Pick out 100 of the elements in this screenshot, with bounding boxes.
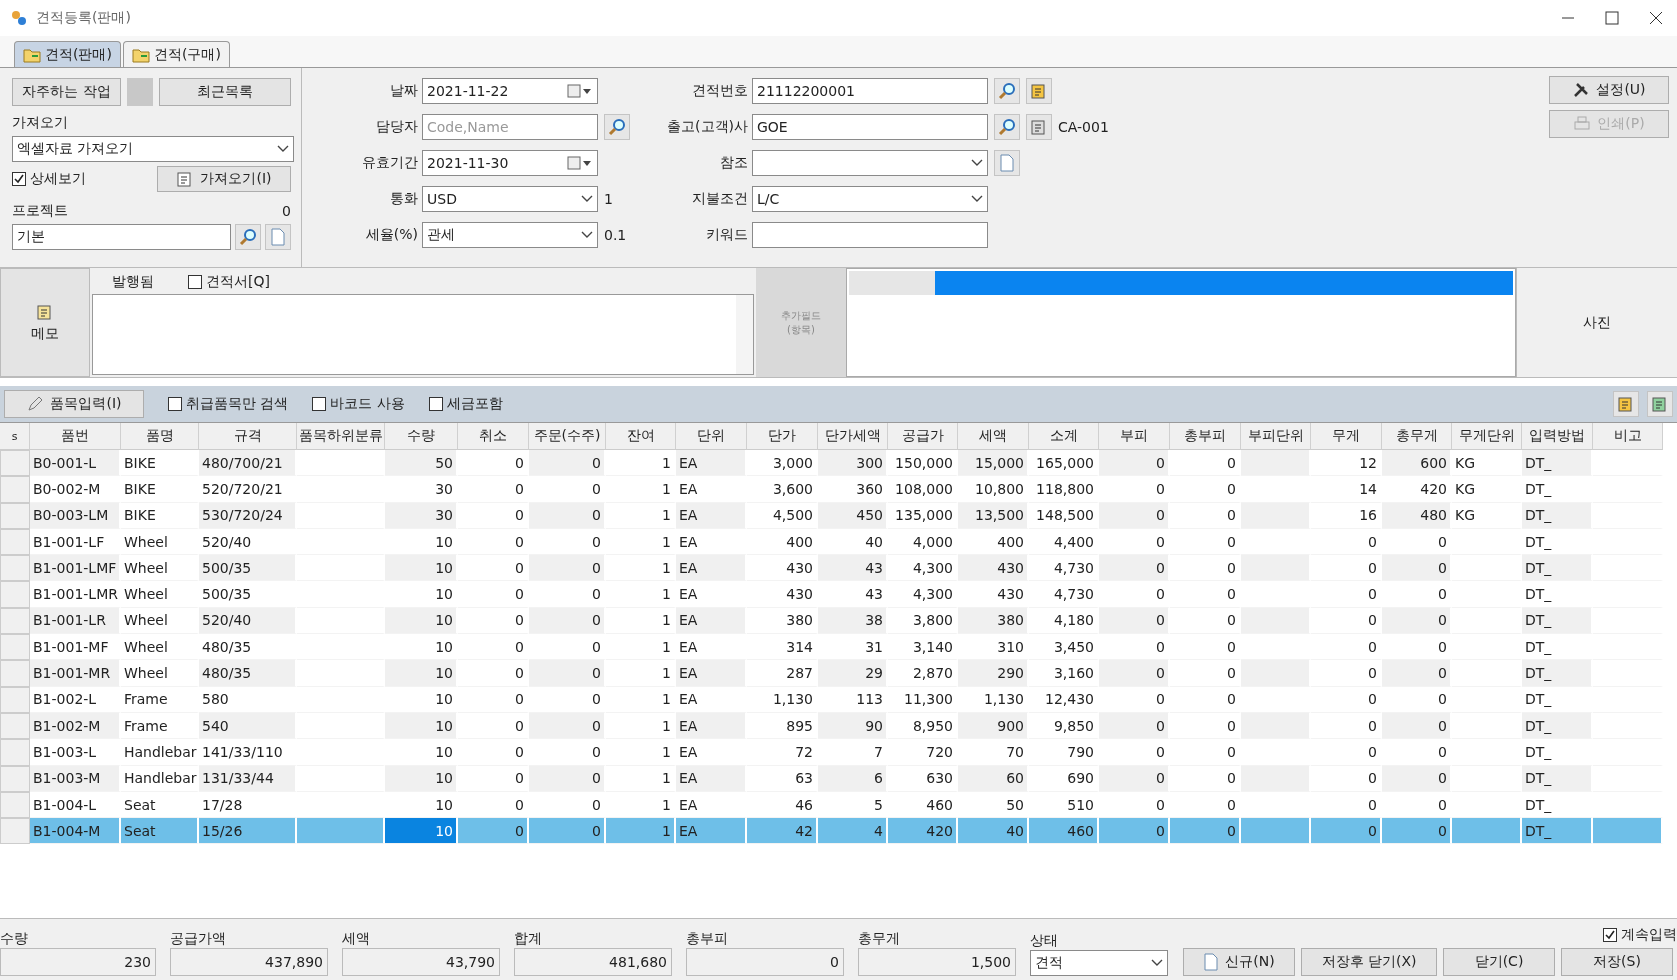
import-button[interactable]: 가져오기(I) [157, 166, 291, 192]
checkbox[interactable] [428, 397, 443, 411]
table-cell: 450 [818, 502, 888, 529]
table-cell: 500/35 [199, 555, 297, 582]
continue-input-checkbox[interactable]: 계속입력 [1603, 926, 1677, 944]
checkbox[interactable] [12, 172, 26, 186]
memo-button[interactable]: 메모 [0, 268, 90, 377]
calendar-dropdown-icon[interactable] [567, 156, 593, 170]
footer-button[interactable]: 닫기(C) [1443, 948, 1555, 976]
column-header[interactable]: 공급가 [888, 423, 958, 450]
date-field[interactable]: 2021-11-22 [422, 78, 598, 104]
item-input-button[interactable]: 품목입력(I) [4, 390, 144, 418]
table-cell: B1-001-LR [30, 607, 121, 635]
table-cell: EA [676, 502, 747, 529]
database-check-button[interactable] [1026, 78, 1052, 104]
footer-button[interactable]: 저장후 닫기(X) [1301, 948, 1437, 976]
tab[interactable]: 견적(구매) [122, 41, 230, 67]
column-header[interactable]: 세액 [958, 423, 1029, 450]
caret-icon[interactable] [581, 231, 593, 239]
column-header[interactable]: 주문(수주) [529, 423, 606, 450]
input-field[interactable] [752, 222, 988, 248]
column-header[interactable]: 무게단위 [1452, 423, 1522, 450]
checkbox[interactable] [188, 275, 202, 289]
close-icon[interactable] [1649, 11, 1663, 25]
footer-button[interactable]: 저장(S) [1561, 948, 1673, 976]
tab[interactable]: 견적(판매) [14, 41, 121, 67]
column-header[interactable]: 비고 [1593, 423, 1663, 450]
search-button[interactable] [604, 114, 630, 140]
column-header[interactable]: 단가세액 [818, 423, 888, 450]
table-cell: DT_ [1522, 450, 1593, 477]
column-header[interactable]: 잔여 [606, 423, 676, 450]
checkbox[interactable] [1603, 928, 1617, 942]
column-header[interactable]: 총부피 [1170, 423, 1241, 450]
quote-checkbox[interactable]: 견적서[Q] [188, 273, 270, 291]
table-cell: 0 [1099, 607, 1170, 635]
column-header[interactable]: 무게 [1311, 423, 1382, 450]
search-button[interactable] [235, 224, 262, 250]
excel-button[interactable] [1647, 391, 1673, 417]
contacts-button[interactable] [1026, 114, 1052, 140]
table-cell: 0 [1099, 450, 1170, 477]
search-button[interactable] [994, 114, 1020, 140]
caret-icon[interactable] [971, 159, 983, 167]
status-dropdown[interactable]: 견적 [1030, 950, 1168, 976]
frequent-tasks-button[interactable]: 자주하는 작업 [12, 78, 122, 106]
option-checkbox[interactable]: 바코드 사용 [312, 395, 405, 413]
column-header[interactable]: 품목하위분류 [297, 423, 385, 450]
column-header[interactable]: 품명 [121, 423, 199, 450]
option-checkbox[interactable]: 세금포함 [428, 395, 503, 413]
memo-textarea[interactable] [92, 294, 754, 375]
caret-icon[interactable] [581, 195, 593, 203]
project-label: 프로젝트 [12, 202, 68, 220]
caret-icon[interactable] [971, 195, 983, 203]
column-header[interactable]: 부피단위 [1241, 423, 1311, 450]
dropdown-field[interactable]: 엑셀자료 가져오기 [12, 136, 294, 162]
new-button[interactable]: 신규(N) [1183, 948, 1295, 976]
field-suffix: CA-001 [1058, 119, 1109, 135]
input-field[interactable]: 21112200001 [752, 78, 988, 104]
table-cell: 4 [818, 818, 888, 845]
project-field[interactable]: 기본 [12, 224, 232, 250]
document-icon [1203, 953, 1220, 971]
column-header[interactable]: 단가 [747, 423, 818, 450]
table-cell: 6 [818, 765, 888, 792]
checkbox[interactable] [312, 397, 327, 411]
window-title: 견적등록(판매) [36, 9, 132, 27]
column-header[interactable]: 부피 [1099, 423, 1170, 450]
caret-icon[interactable] [277, 145, 289, 153]
detail-view-checkbox[interactable]: 상세보기 [12, 170, 86, 188]
date-field[interactable]: 2021-11-30 [422, 150, 598, 176]
column-header[interactable]: 입력방법 [1522, 423, 1593, 450]
new-document-button[interactable] [265, 224, 291, 250]
dropdown-field[interactable]: L/C [752, 186, 988, 212]
column-header[interactable]: 취소 [458, 423, 529, 450]
table-cell: B1-001-LMF [30, 555, 121, 582]
caret-icon[interactable] [1151, 959, 1163, 967]
column-header[interactable]: 품번 [30, 423, 121, 450]
column-header[interactable]: 규격 [199, 423, 297, 450]
column-header[interactable]: 소계 [1029, 423, 1099, 450]
column-header[interactable]: 수량 [385, 423, 458, 450]
table-cell: DT_ [1522, 555, 1593, 582]
option-checkbox[interactable]: 취급품목만 검색 [168, 395, 289, 413]
input-field[interactable]: GOE [752, 114, 988, 140]
table-cell: 10 [385, 555, 458, 582]
check-icon [13, 173, 25, 185]
table-cell: 0 [1099, 712, 1170, 740]
table-cell: 300 [818, 450, 888, 477]
dropdown-field[interactable]: 관세 [422, 222, 598, 248]
search-button[interactable] [994, 78, 1020, 104]
calendar-dropdown-icon[interactable] [567, 84, 593, 98]
total-label: 총무게 [858, 930, 901, 948]
column-header[interactable]: 단위 [676, 423, 747, 450]
new-document-button[interactable] [994, 150, 1020, 176]
maximize-icon[interactable] [1605, 11, 1619, 25]
dropdown-field[interactable]: USD [422, 186, 598, 212]
column-header[interactable]: s [0, 423, 30, 450]
column-header[interactable]: 총무게 [1382, 423, 1452, 450]
export-button[interactable] [1613, 391, 1639, 417]
settings-button[interactable]: 설정(U) [1549, 76, 1669, 104]
checkbox[interactable] [168, 397, 182, 411]
dropdown-field[interactable] [752, 150, 988, 176]
recent-list-button[interactable]: 최근목록 [159, 78, 291, 106]
